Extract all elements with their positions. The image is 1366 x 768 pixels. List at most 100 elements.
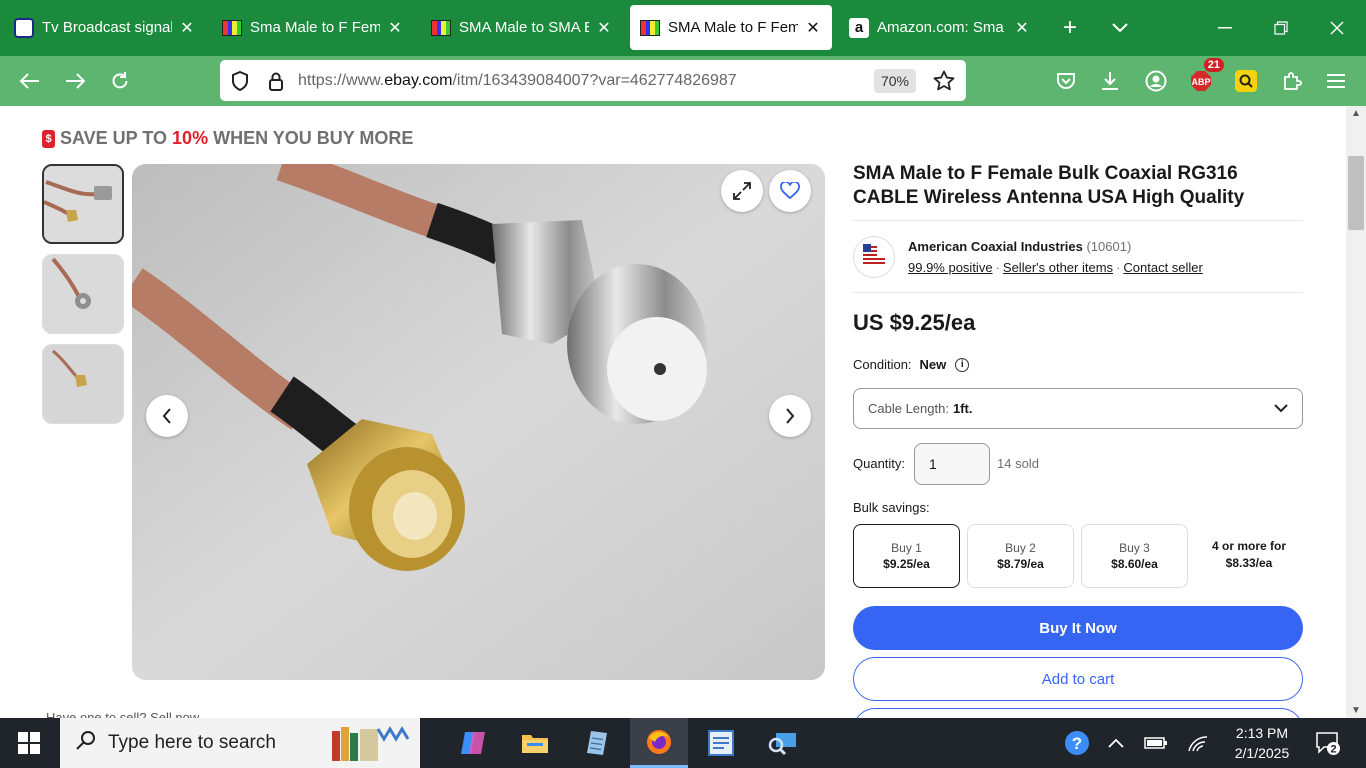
- close-window-icon[interactable]: [1319, 10, 1355, 46]
- tab-sma-male-f-female[interactable]: Sma Male to F Femal ✕: [212, 5, 414, 50]
- bulk-option-4-or-more[interactable]: 4 or more for $8.33/ea: [1195, 538, 1303, 572]
- bulk-option-buy-1[interactable]: Buy 1 $9.25/ea: [853, 524, 960, 588]
- copilot-icon[interactable]: [444, 718, 502, 768]
- restore-window-icon[interactable]: [1263, 10, 1299, 46]
- seller-name-text: American Coaxial Industries: [908, 239, 1083, 254]
- lock-icon[interactable]: [258, 71, 294, 91]
- info-icon[interactable]: i: [955, 357, 970, 372]
- close-tab-icon[interactable]: ✕: [1013, 18, 1031, 38]
- tab-active-sma-male-f-female[interactable]: SMA Male to F Fema ✕: [630, 5, 832, 50]
- tab-tv-broadcast[interactable]: Tv Broadcast signal`s ✕: [4, 5, 206, 50]
- remote-desktop-icon[interactable]: [754, 718, 812, 768]
- wifi-icon[interactable]: [1182, 718, 1214, 768]
- url-text[interactable]: https://www.ebay.com/itm/163439084007?va…: [298, 72, 874, 90]
- quantity-input[interactable]: 1: [914, 443, 990, 485]
- condition-value: New: [919, 357, 947, 372]
- close-tab-icon[interactable]: ✕: [804, 18, 822, 38]
- close-tab-icon[interactable]: ✕: [386, 18, 404, 38]
- address-bar[interactable]: https://www.ebay.com/itm/163439084007?va…: [220, 60, 966, 101]
- expand-image-icon[interactable]: [721, 170, 763, 212]
- abp-label: ABP: [1191, 77, 1210, 87]
- shield-icon[interactable]: [222, 70, 258, 91]
- product-main-image[interactable]: [132, 164, 825, 680]
- thumbnail-2[interactable]: [42, 254, 124, 334]
- sell-now-text[interactable]: Have one to sell? Sell now: [46, 710, 199, 718]
- seller-logo[interactable]: [853, 236, 895, 278]
- windows-start-icon[interactable]: [0, 718, 58, 768]
- search-extension-icon[interactable]: [1229, 64, 1263, 98]
- new-tab-button[interactable]: +: [1052, 10, 1088, 46]
- tv-bars-icon: [640, 18, 660, 38]
- account-icon[interactable]: [1139, 64, 1173, 98]
- cable-length-select[interactable]: Cable Length: 1ft.: [853, 388, 1303, 429]
- minimize-window-icon[interactable]: [1207, 10, 1243, 46]
- scroll-up-arrow-icon[interactable]: ▲: [1346, 108, 1366, 119]
- notifications-icon[interactable]: 2: [1306, 718, 1350, 768]
- contact-seller-link[interactable]: Contact seller: [1123, 260, 1202, 275]
- zoom-level-badge[interactable]: 70%: [873, 68, 916, 93]
- url-path: /itm/163439084007?var=462774826987: [452, 71, 737, 89]
- search-placeholder: Type here to search: [108, 732, 276, 753]
- scrollbar-thumb[interactable]: [1348, 156, 1364, 230]
- sold-count: 14 sold: [997, 456, 1039, 471]
- list-all-tabs-chevron-icon[interactable]: [1102, 10, 1138, 46]
- add-to-cart-button[interactable]: Add to cart: [853, 657, 1303, 701]
- document-viewer-icon[interactable]: [692, 718, 750, 768]
- url-domain: ebay.com: [384, 71, 453, 89]
- tab-title: Sma Male to F Femal: [250, 19, 380, 36]
- thumbnail-3[interactable]: [42, 344, 124, 424]
- buy-it-now-button[interactable]: Buy It Now: [853, 606, 1303, 650]
- tab-title: Tv Broadcast signal`s: [42, 19, 172, 36]
- battery-icon[interactable]: [1140, 718, 1172, 768]
- extensions-puzzle-icon[interactable]: [1275, 64, 1309, 98]
- books-illustration-icon: [332, 726, 410, 761]
- scroll-down-arrow-icon[interactable]: ▼: [1346, 705, 1366, 716]
- price: US $9.25/ea: [853, 310, 976, 335]
- show-hidden-icons-chevron-icon[interactable]: [1102, 718, 1130, 768]
- close-tab-icon[interactable]: ✕: [595, 18, 613, 38]
- system-clock[interactable]: 2:13 PM 2/1/2025: [1225, 723, 1299, 763]
- url-prefix: https://www.: [298, 71, 385, 89]
- menu-hamburger-icon[interactable]: [1319, 64, 1353, 98]
- adblock-plus-icon[interactable]: ABP 21: [1184, 58, 1224, 98]
- next-image-chevron-icon[interactable]: [769, 395, 811, 437]
- file-explorer-icon[interactable]: [506, 718, 564, 768]
- back-arrow-icon[interactable]: [13, 64, 47, 98]
- browser-tab-strip: Tv Broadcast signal`s ✕ Sma Male to F Fe…: [0, 0, 1366, 56]
- taskbar-search-box[interactable]: Type here to search: [60, 718, 420, 768]
- bulk-option-buy-3[interactable]: Buy 3 $8.60/ea: [1081, 524, 1188, 588]
- notification-count: 2: [1330, 744, 1336, 756]
- condition: Condition: New i: [853, 357, 970, 372]
- quantity-label: Quantity:: [853, 456, 906, 471]
- abp-count-badge: 21: [1203, 58, 1224, 72]
- close-tab-icon[interactable]: ✕: [178, 18, 196, 38]
- bulk-option-buy-2[interactable]: Buy 2 $8.79/ea: [967, 524, 1074, 588]
- reload-icon[interactable]: [103, 64, 137, 98]
- thumbnail-1[interactable]: [42, 164, 124, 244]
- forward-arrow-icon[interactable]: [58, 64, 92, 98]
- seller-name[interactable]: American Coaxial Industries (10601): [908, 239, 1131, 254]
- bookmark-star-icon[interactable]: [926, 70, 962, 92]
- bulk-option-price: $8.79/ea: [997, 557, 1044, 571]
- sellers-other-items-link[interactable]: Seller's other items: [1003, 260, 1113, 275]
- firefox-icon[interactable]: [630, 718, 688, 768]
- downloads-icon[interactable]: [1093, 64, 1127, 98]
- bulk-option-label: Buy 3: [1119, 541, 1150, 555]
- page-scrollbar[interactable]: ▲ ▼: [1346, 106, 1366, 718]
- notepad-icon[interactable]: [568, 718, 626, 768]
- windows-taskbar: Type here to search ? 2:13 PM 2/1/2025 2: [0, 718, 1366, 768]
- tab-amazon[interactable]: a Amazon.com: Sma T ✕: [839, 5, 1041, 50]
- watchlist-heart-icon[interactable]: [769, 170, 811, 212]
- tv-bars-icon: [222, 18, 242, 38]
- ebay-listing-page: $ SAVE UP TO 10% WHEN YOU BUY MORE Have …: [0, 106, 1346, 718]
- help-icon[interactable]: ?: [1061, 718, 1093, 768]
- tab-title: SMA Male to F Fema: [668, 19, 798, 36]
- promo-suffix: WHEN YOU BUY MORE: [213, 128, 414, 148]
- add-to-watchlist-button[interactable]: [853, 708, 1303, 718]
- tab-sma-male-sma-bulk[interactable]: SMA Male to SMA Bu ✕: [421, 5, 623, 50]
- bulk-more-price: $8.33/ea: [1225, 556, 1273, 570]
- previous-image-chevron-icon[interactable]: [146, 395, 188, 437]
- bulk-option-label: Buy 1: [891, 541, 922, 555]
- positive-feedback-link[interactable]: 99.9% positive: [908, 260, 993, 275]
- pocket-icon[interactable]: [1049, 64, 1083, 98]
